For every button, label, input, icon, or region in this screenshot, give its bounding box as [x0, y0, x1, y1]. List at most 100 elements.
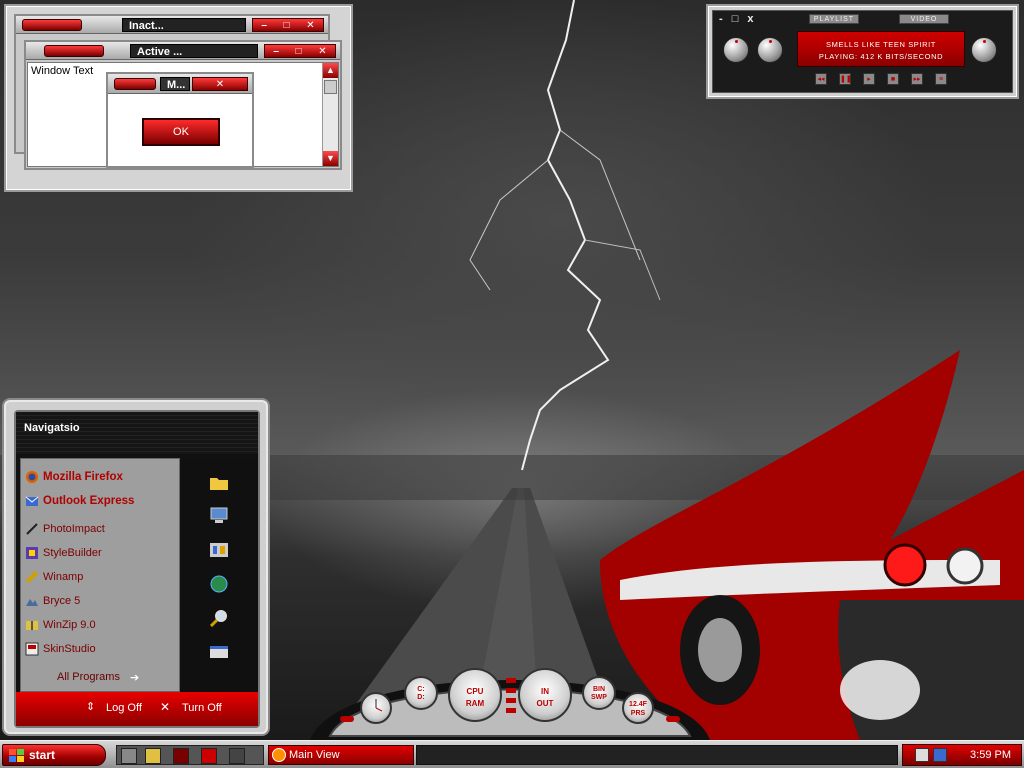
- start-label: start: [29, 748, 56, 762]
- show-desktop-icon[interactable]: [121, 748, 137, 764]
- active-title-bar: Active ... – □ ✕: [26, 42, 340, 60]
- message-title-bar: M... ✕: [108, 74, 252, 94]
- turn-off-button[interactable]: Turn Off: [182, 702, 222, 714]
- vertical-scrollbar[interactable]: ▲ ▼: [322, 63, 338, 166]
- run-icon[interactable]: [208, 642, 230, 662]
- playlist-tab[interactable]: PLAYLIST: [809, 14, 859, 24]
- task-label: Main View: [289, 749, 340, 761]
- start-button[interactable]: start: [2, 744, 106, 766]
- menu-item-label: WinZip 9.0: [43, 619, 96, 631]
- places-pane: [182, 458, 258, 692]
- network-icon[interactable]: [208, 574, 230, 594]
- player-window-controls[interactable]: - □ x: [719, 13, 757, 25]
- close-icon[interactable]: ✕: [318, 46, 326, 57]
- menu-item-skinstudio[interactable]: SkinStudio: [21, 639, 179, 659]
- volume-knob[interactable]: [723, 37, 749, 63]
- network-in-out-gauge: IN OUT: [518, 668, 572, 722]
- menu-item-label: PhotoImpact: [43, 523, 105, 535]
- menu-item-photoimpact[interactable]: PhotoImpact: [21, 519, 179, 539]
- maximize-icon[interactable]: □: [296, 46, 302, 57]
- menu-item-stylebuilder[interactable]: StyleBuilder: [21, 543, 179, 563]
- menu-item-label: StyleBuilder: [43, 547, 102, 559]
- track-display: SMELLS LIKE TEEN SPIRIT PLAYING: 412 K B…: [797, 31, 965, 67]
- stylebuilder-icon: [26, 547, 38, 559]
- quick-launch-bar: [116, 745, 264, 765]
- menu-item-outlook-express[interactable]: Outlook Express: [21, 491, 179, 511]
- inactive-window-buttons[interactable]: – □ ✕: [252, 18, 324, 32]
- log-off-button[interactable]: Log Off: [106, 702, 142, 714]
- disk-gauge: C: D:: [404, 676, 438, 710]
- message-box-title: M...: [160, 77, 190, 91]
- play-icon[interactable]: ▸: [863, 73, 875, 85]
- video-tab[interactable]: VIDEO: [899, 14, 949, 24]
- start-menu-frame: Navigatsio Mozilla Firefox Outlook Expre…: [14, 410, 260, 728]
- eject-icon[interactable]: ≡: [935, 73, 947, 85]
- quicklaunch-app2-icon[interactable]: [201, 748, 217, 764]
- menu-item-winzip[interactable]: WinZip 9.0: [21, 615, 179, 635]
- windows-logo-icon: [9, 749, 24, 762]
- turn-off-icon[interactable]: ✕: [160, 700, 170, 714]
- ok-button[interactable]: OK: [142, 118, 220, 146]
- menu-item-label: Bryce 5: [43, 595, 81, 607]
- maximize-icon[interactable]: □: [284, 20, 290, 31]
- track-title: SMELLS LIKE TEEN SPIRIT: [826, 40, 936, 49]
- desktop: Inact... – □ ✕ Active ... – □ ✕ Window T…: [0, 0, 1024, 740]
- firefox-icon: [26, 471, 38, 483]
- quicklaunch-app-icon[interactable]: [173, 748, 189, 764]
- temperature-gauge: 12.4F PRS: [622, 692, 654, 724]
- pause-icon[interactable]: ❚❚: [839, 73, 852, 85]
- winzip-icon: [26, 621, 38, 630]
- quicklaunch-app3-icon[interactable]: [229, 748, 245, 764]
- menu-item-firefox[interactable]: Mozilla Firefox: [21, 467, 179, 487]
- tray-network-icon[interactable]: [933, 748, 947, 762]
- photoimpact-icon: [26, 523, 38, 535]
- start-menu-footer: ⇕ Log Off ✕ Turn Off: [16, 692, 258, 726]
- log-off-icon[interactable]: ⇕: [86, 700, 95, 713]
- minimize-icon[interactable]: –: [273, 46, 279, 57]
- clock: 3:59 PM: [970, 749, 1011, 761]
- seek-knob[interactable]: [971, 37, 997, 63]
- taskbar-button-main-view[interactable]: Main View: [268, 745, 414, 765]
- programs-pane: Mozilla Firefox Outlook Express PhotoImp…: [20, 458, 180, 692]
- dashboard-frame: [310, 678, 710, 740]
- outlook-icon: [25, 496, 39, 506]
- menu-item-label: SkinStudio: [43, 643, 96, 655]
- bin-swap-gauge: BIN SWP: [582, 676, 616, 710]
- scroll-down-icon[interactable]: ▼: [323, 151, 338, 166]
- system-tray: 3:59 PM: [902, 744, 1022, 766]
- menu-item-winamp[interactable]: Winamp: [21, 567, 179, 587]
- system-monitor-dashboard: C: D: CPU RAM IN OUT BIN SWP 12.4F PRS: [300, 640, 720, 740]
- skinstudio-icon: [25, 642, 39, 656]
- message-box-preview: M... ✕ OK: [106, 72, 254, 168]
- computer-icon[interactable]: [208, 506, 230, 526]
- search-icon[interactable]: [208, 608, 230, 628]
- message-close-button[interactable]: ✕: [192, 77, 248, 91]
- close-icon[interactable]: ✕: [306, 20, 314, 31]
- menu-item-bryce[interactable]: Bryce 5: [21, 591, 179, 611]
- scroll-up-icon[interactable]: ▲: [323, 63, 338, 78]
- prev-icon[interactable]: ◂◂: [815, 73, 827, 85]
- winamp-icon: [26, 571, 38, 583]
- close-icon[interactable]: ✕: [216, 79, 224, 90]
- stop-icon[interactable]: ■: [887, 73, 899, 85]
- all-programs-button[interactable]: All Programs ➔: [21, 667, 179, 687]
- tray-app-icon[interactable]: [915, 748, 929, 762]
- explorer-icon[interactable]: [145, 748, 161, 764]
- scroll-thumb[interactable]: [324, 80, 337, 94]
- control-panel-icon[interactable]: [208, 540, 230, 560]
- clock-gauge: [360, 692, 392, 724]
- clock-icon: [375, 699, 383, 712]
- next-icon[interactable]: ▸▸: [911, 73, 923, 85]
- folder-icon[interactable]: [208, 472, 230, 492]
- arrow-right-icon: ➔: [129, 671, 140, 684]
- inactive-window-title: Inact...: [122, 18, 246, 32]
- media-player: - □ x PLAYLIST VIDEO SMELLS LIKE TEEN SP…: [706, 4, 1019, 99]
- bryce-icon: [26, 599, 38, 606]
- balance-knob[interactable]: [757, 37, 783, 63]
- active-window-title: Active ...: [130, 44, 258, 58]
- menu-item-label: Outlook Express: [43, 495, 135, 507]
- taskbar-task-area: [416, 745, 898, 765]
- player-body: - □ x PLAYLIST VIDEO SMELLS LIKE TEEN SP…: [712, 10, 1013, 93]
- minimize-icon[interactable]: –: [261, 20, 267, 31]
- active-window-buttons[interactable]: – □ ✕: [264, 44, 336, 58]
